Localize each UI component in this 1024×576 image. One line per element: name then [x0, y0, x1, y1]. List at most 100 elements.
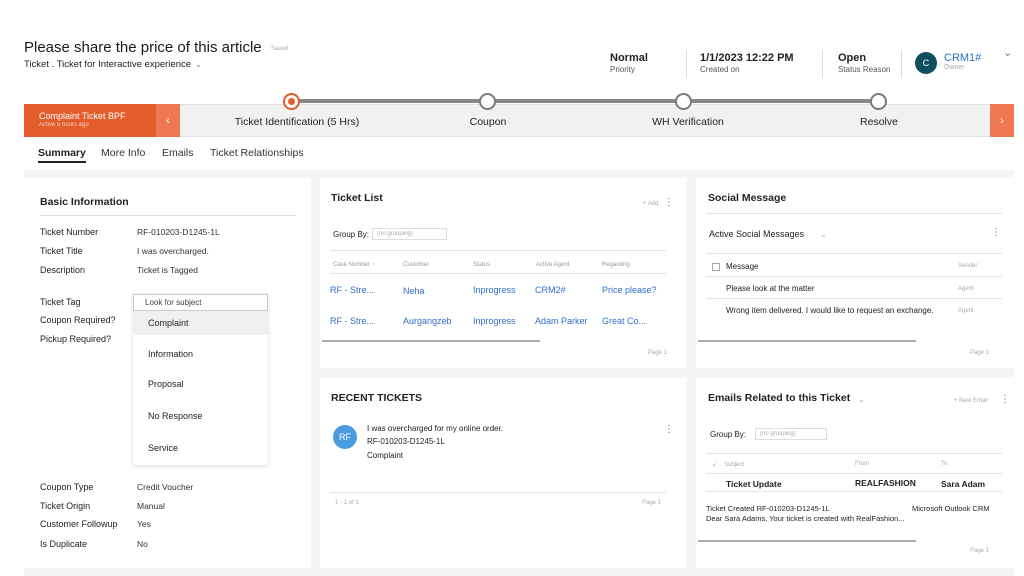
column-header[interactable]: Case Number ↑ — [333, 262, 375, 268]
dropdown-option[interactable]: Information — [133, 349, 268, 359]
dropdown-option[interactable]: Proposal — [133, 379, 268, 389]
field-label: Ticket Title — [40, 246, 83, 256]
ticket-number-value[interactable]: RF-010203-D1245-1L — [137, 227, 220, 237]
tab-summary[interactable]: Summary — [38, 147, 86, 163]
column-header[interactable]: Regarding — [602, 262, 630, 268]
avatar[interactable]: C — [915, 52, 937, 74]
column-header[interactable]: Customer — [403, 262, 429, 268]
divider — [822, 50, 823, 78]
message-text[interactable]: Please look at the matter — [726, 284, 815, 293]
add-ticket-button[interactable]: + Add — [643, 201, 659, 207]
customer-followup-value[interactable]: Yes — [137, 519, 151, 529]
owner-link[interactable]: CRM1# — [944, 52, 981, 64]
column-header[interactable]: Active Agent — [536, 262, 569, 268]
new-email-button[interactable]: + New Email — [954, 398, 988, 404]
tab-more-info[interactable]: More Info — [101, 147, 145, 159]
chevron-down-icon[interactable]: ⌄ — [820, 230, 827, 239]
column-header[interactable]: From — [855, 461, 869, 467]
email-preview-line: Dear Sara Adams, Your ticket is created … — [706, 514, 905, 523]
tab-emails[interactable]: Emails — [162, 147, 194, 159]
horizontal-scrollbar[interactable] — [322, 340, 540, 342]
column-header[interactable]: To — [941, 461, 947, 467]
more-options-icon[interactable]: ⋮ — [991, 227, 1001, 238]
view-selector[interactable]: Active Social Messages — [709, 229, 804, 239]
stage-label[interactable]: Ticket Identification (5 Hrs) — [235, 116, 359, 128]
column-header[interactable]: Subject — [724, 462, 744, 468]
recent-ticket-number: RF-010203-D1245-1L — [367, 437, 445, 446]
section-title: RECENT TICKETS — [331, 392, 423, 404]
divider — [40, 215, 296, 216]
stage-node[interactable] — [675, 93, 692, 110]
table-cell-link[interactable]: Inprogress — [473, 316, 516, 326]
process-stage-flyout[interactable]: Complaint Ticket BPF Active 5 hours ago — [24, 104, 156, 137]
group-by-label: Group By: — [710, 430, 747, 439]
status-label: Status Reason — [838, 65, 891, 74]
more-options-icon[interactable]: ⋮ — [664, 197, 674, 208]
horizontal-scrollbar[interactable] — [698, 340, 916, 342]
select-all-checkbox[interactable] — [712, 263, 720, 271]
stage-node-active[interactable] — [283, 93, 300, 110]
ticket-origin-value[interactable]: Manual — [137, 501, 165, 511]
table-cell-link[interactable]: Adam Parker — [535, 316, 588, 326]
dropdown-search-input[interactable]: Look for subject — [133, 294, 268, 311]
email-subject[interactable]: Ticket Update — [726, 479, 782, 489]
priority-value: Normal — [610, 52, 648, 64]
column-header[interactable]: Sender — [958, 263, 977, 269]
select-all-checkbox[interactable]: ✓ — [712, 462, 717, 469]
table-cell-link[interactable]: RF - Stre... — [330, 285, 374, 295]
tab-ticket-relationships[interactable]: Ticket Relationships — [210, 147, 304, 159]
form-selector[interactable]: Ticket . Ticket for Interactive experien… — [24, 59, 202, 70]
owner-label: Owner — [944, 64, 965, 71]
table-cell-link[interactable]: Aurgangzeb — [403, 316, 452, 326]
table-cell-link[interactable]: CRM2# — [535, 285, 566, 295]
email-preview-line: Ticket Created RF-010203-D1245-1L — [706, 504, 830, 513]
divider — [706, 253, 1002, 254]
expand-header-icon[interactable]: ⌄ — [1003, 46, 1012, 59]
status-field: Open Status Reason — [838, 52, 890, 74]
coupon-type-value[interactable]: Credit Voucher — [137, 482, 193, 492]
email-from[interactable]: REALFASHION — [855, 478, 916, 488]
description-value[interactable]: Ticket is Tagged — [137, 265, 198, 275]
more-options-icon[interactable]: ⋮ — [1000, 394, 1010, 405]
stage-node[interactable] — [870, 93, 887, 110]
dropdown-option[interactable]: Service — [133, 443, 268, 453]
process-next-button[interactable]: › — [990, 104, 1014, 137]
divider — [686, 50, 687, 78]
stage-node[interactable] — [479, 93, 496, 110]
table-cell-link[interactable]: Great Co... — [602, 316, 646, 326]
column-header[interactable]: Status — [473, 262, 490, 268]
stage-label[interactable]: Coupon — [470, 116, 507, 128]
horizontal-scrollbar[interactable] — [698, 540, 916, 542]
group-by-select[interactable]: (no grouping) — [755, 428, 827, 440]
chevron-down-icon[interactable]: ⌄ — [858, 395, 865, 404]
chevron-down-icon: ⌄ — [195, 60, 202, 69]
table-cell-link[interactable]: Price please? — [602, 285, 657, 295]
pager[interactable]: Page 1 — [970, 350, 989, 356]
table-cell-link[interactable]: Inprogress — [473, 285, 516, 295]
stage-label[interactable]: WH Verification — [652, 116, 724, 128]
dropdown-option[interactable]: No Response — [133, 411, 268, 421]
pager[interactable]: Page 1 — [648, 350, 667, 356]
pager[interactable]: Page 1 — [970, 548, 989, 554]
field-label: Ticket Tag — [40, 297, 81, 307]
message-sender: Agent — [958, 308, 974, 314]
recent-ticket-title[interactable]: I was overcharged for my online order. — [367, 424, 503, 433]
pager[interactable]: Page 1 — [642, 500, 661, 506]
divider — [330, 492, 666, 493]
message-text[interactable]: Wrong item delivered. I would like to re… — [726, 306, 934, 315]
stage-label[interactable]: Resolve — [860, 116, 898, 128]
process-prev-button[interactable]: ‹ — [156, 104, 180, 137]
chevron-left-icon: ‹ — [166, 114, 170, 127]
table-cell-link[interactable]: RF - Stre... — [330, 316, 374, 326]
more-options-icon[interactable]: ⋮ — [664, 424, 674, 435]
is-duplicate-value[interactable]: No — [137, 539, 148, 549]
table-cell-link[interactable]: Neha — [403, 286, 425, 296]
ticket-title-value[interactable]: I was overcharged. — [137, 246, 209, 256]
column-header[interactable]: Message — [726, 262, 758, 271]
divider — [706, 491, 1002, 492]
field-label: Ticket Origin — [40, 501, 91, 511]
dropdown-option[interactable]: Complaint — [133, 311, 268, 335]
group-by-select[interactable]: (no grouping) — [372, 228, 447, 240]
field-label: Ticket Number — [40, 227, 99, 237]
email-to[interactable]: Sara Adam — [941, 479, 985, 489]
